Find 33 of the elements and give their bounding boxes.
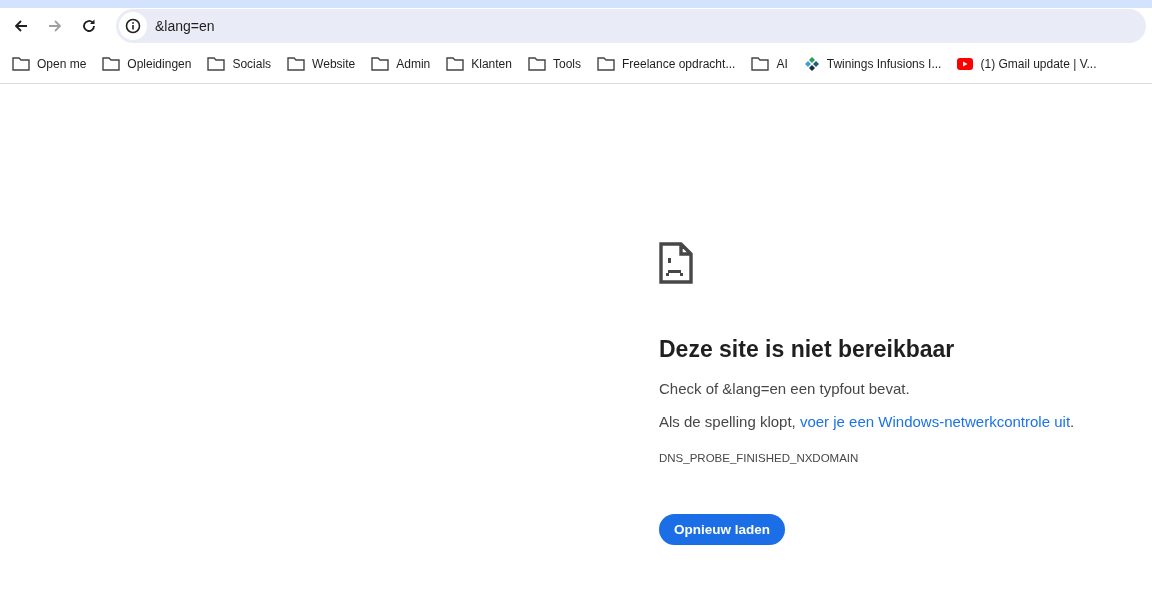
folder-icon bbox=[12, 56, 30, 71]
sad-page-icon bbox=[659, 242, 693, 284]
back-arrow-icon bbox=[13, 18, 29, 34]
bookmark[interactable]: AI bbox=[743, 52, 796, 75]
info-icon[interactable] bbox=[125, 18, 141, 34]
bookmark[interactable]: Twinings Infusions I... bbox=[795, 51, 950, 76]
error-code: DNS_PROBE_FINISHED_NXDOMAIN bbox=[659, 451, 860, 464]
bookmark[interactable]: Socials bbox=[199, 52, 280, 75]
folder-icon bbox=[371, 56, 390, 71]
folder-icon bbox=[527, 56, 546, 71]
bookmark[interactable]: Open me bbox=[4, 52, 95, 75]
bookmark[interactable]: (1) Gmail update | V... bbox=[949, 52, 1105, 75]
folder-icon bbox=[102, 56, 121, 71]
bookmark[interactable]: Freelance opdracht... bbox=[589, 52, 744, 75]
reload-button[interactable]: Opnieuw laden bbox=[659, 513, 785, 545]
reload-icon bbox=[81, 18, 97, 34]
video-play-icon bbox=[957, 57, 974, 70]
address-field[interactable]: &lang=en bbox=[155, 18, 455, 34]
folder-icon bbox=[751, 56, 770, 71]
bookmark[interactable]: Klanten bbox=[438, 52, 520, 75]
bookmark[interactable]: Admin bbox=[363, 52, 439, 75]
site-logo-icon bbox=[803, 55, 820, 72]
folder-icon bbox=[207, 56, 226, 71]
folder-icon bbox=[446, 56, 465, 71]
bookmark[interactable]: Opleidingen bbox=[94, 52, 200, 75]
bookmark[interactable]: Tools bbox=[519, 52, 589, 75]
error-suggestion: Als de spelling klopt, voer je een Windows-netwerkcontrole uit. bbox=[659, 412, 1076, 430]
bookmark[interactable]: Website bbox=[279, 52, 364, 75]
forward-arrow-icon bbox=[47, 18, 63, 34]
error-message: Check of &lang=en een typfout bevat. bbox=[659, 379, 911, 397]
error-title: Deze site is niet bereikbaar bbox=[659, 336, 956, 364]
folder-icon bbox=[287, 56, 306, 71]
folder-icon bbox=[597, 56, 615, 71]
